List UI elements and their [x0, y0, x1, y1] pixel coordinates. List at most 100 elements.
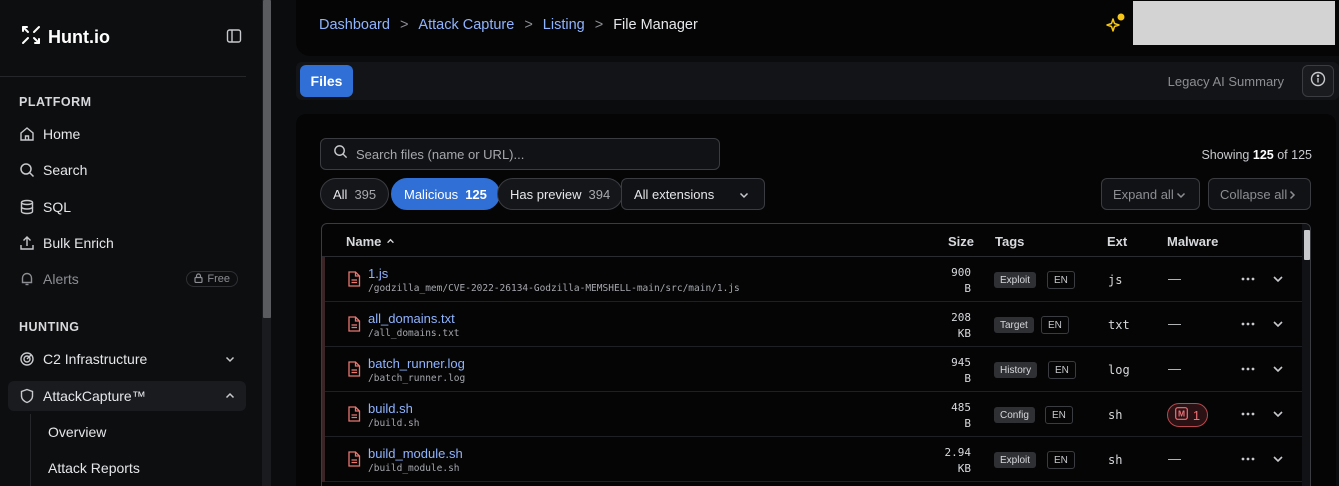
column-name[interactable]: Name	[346, 234, 396, 249]
tab-files[interactable]: Files	[300, 65, 353, 97]
file-size: 208 KB	[951, 310, 971, 342]
column-malware[interactable]: Malware	[1167, 234, 1218, 249]
sidebar-item-label: Search	[43, 162, 88, 178]
sidebar-item-alerts[interactable]: Alerts Free	[8, 264, 246, 294]
file-name-link[interactable]: build.sh	[368, 401, 413, 416]
upload-icon	[19, 235, 35, 251]
malware-icon: M	[1174, 407, 1188, 423]
info-button[interactable]	[1302, 65, 1334, 97]
showing-count: Showing 125 of 125	[1201, 148, 1312, 162]
expand-row-chevron-icon[interactable]	[1271, 316, 1285, 337]
avatar[interactable]	[1133, 1, 1335, 45]
table-row[interactable]: build.sh/build.sh 485 B Config EN sh M 1	[322, 392, 1302, 437]
row-accent	[322, 257, 325, 302]
file-name-link[interactable]: batch_runner.log	[368, 356, 465, 371]
top-header: Dashboard > Attack Capture > Listing > F…	[296, 0, 1339, 56]
malware-none: —	[1168, 271, 1181, 286]
sidebar-scrollbar-thumb[interactable]	[263, 0, 271, 318]
sidebar-toggle-icon[interactable]	[226, 28, 242, 44]
more-options-icon[interactable]	[1241, 316, 1255, 337]
row-accent	[322, 347, 325, 392]
filter-count: 395	[354, 186, 377, 202]
table-row[interactable]: 1.js/godzilla_mem/CVE-2022-26134-Godzill…	[322, 257, 1302, 302]
table-row[interactable]: batch_runner.log/batch_runner.log 945 B His…	[322, 347, 1302, 392]
files-table: Name Size Tags Ext Malware 1.js/godzilla…	[321, 223, 1311, 486]
file-extension: txt	[1108, 318, 1130, 332]
chevron-right-icon	[1286, 189, 1298, 204]
sidebar-item-sql[interactable]: SQL	[8, 192, 246, 222]
file-extension: js	[1108, 273, 1123, 287]
file-icon	[347, 271, 361, 292]
breadcrumb-dashboard[interactable]: Dashboard	[319, 17, 390, 33]
filter-malicious[interactable]: Malicious 125	[391, 178, 500, 210]
sidebar-item-attackcapture[interactable]: AttackCapture™	[8, 381, 246, 411]
sparkle-ai-icon[interactable]	[1104, 12, 1128, 36]
row-accent	[322, 302, 325, 347]
sidebar: Hunt.io PLATFORM Home Search SQL Bulk En…	[0, 0, 262, 486]
more-options-icon[interactable]	[1241, 361, 1255, 382]
search-box[interactable]	[320, 138, 720, 170]
app-root: Hunt.io PLATFORM Home Search SQL Bulk En…	[0, 0, 1339, 486]
sidebar-subitem-overview[interactable]: Overview	[48, 424, 106, 440]
file-extension: log	[1108, 363, 1130, 377]
column-size[interactable]: Size	[948, 234, 974, 249]
more-options-icon[interactable]	[1241, 451, 1255, 472]
row-accent	[322, 437, 325, 482]
expand-row-chevron-icon[interactable]	[1271, 361, 1285, 382]
breadcrumb-listing[interactable]: Listing	[543, 17, 585, 33]
file-extension: sh	[1108, 408, 1123, 422]
file-name-link[interactable]: build_module.sh	[368, 446, 463, 461]
table-scrollbar[interactable]	[1302, 224, 1310, 486]
expand-row-chevron-icon[interactable]	[1271, 451, 1285, 472]
malware-none: —	[1168, 451, 1181, 466]
table-row[interactable]: build_module.sh/build_module.sh 2.94 KB Exp…	[322, 437, 1302, 482]
language-badge: EN	[1048, 361, 1076, 379]
extensions-select[interactable]: All extensions	[621, 178, 765, 210]
file-size-value: 2.94	[944, 446, 972, 459]
malware-none: —	[1168, 361, 1181, 376]
breadcrumb-attack-capture[interactable]: Attack Capture	[418, 17, 514, 33]
file-path: /batch_runner.log	[368, 373, 466, 384]
filter-has-preview[interactable]: Has preview 394	[497, 178, 624, 210]
database-icon	[19, 199, 35, 215]
file-name-link[interactable]: 1.js	[368, 266, 388, 281]
file-size-unit: KB	[957, 327, 971, 340]
free-badge-label: Free	[207, 273, 230, 285]
more-options-icon[interactable]	[1241, 406, 1255, 427]
table-row[interactable]: all_domains.txt/all_domains.txt 208 KB Targ…	[322, 302, 1302, 347]
malware-badge[interactable]: M1	[1167, 403, 1208, 427]
language-badge: EN	[1047, 451, 1075, 469]
file-name-link[interactable]: all_domains.txt	[368, 311, 455, 326]
tag-badge: Exploit	[994, 272, 1037, 288]
column-tags[interactable]: Tags	[995, 234, 1024, 249]
column-ext[interactable]: Ext	[1107, 234, 1127, 249]
sidebar-item-bulk-enrich[interactable]: Bulk Enrich	[8, 228, 246, 258]
malware-none: —	[1168, 316, 1181, 331]
expand-all-button[interactable]: Expand all	[1101, 178, 1200, 210]
language-badge: EN	[1041, 316, 1069, 334]
sidebar-item-c2-infrastructure[interactable]: C2 Infrastructure	[8, 344, 246, 374]
files-toolbar: Files Legacy AI Summary	[296, 62, 1339, 100]
submenu-line	[30, 414, 31, 486]
chevron-down-icon	[738, 189, 750, 204]
row-accent	[322, 392, 325, 437]
more-options-icon[interactable]	[1241, 271, 1255, 292]
sidebar-item-search[interactable]: Search	[8, 155, 246, 185]
file-path: /all_domains.txt	[368, 328, 460, 339]
search-icon	[19, 162, 35, 178]
showing-count-value: 125	[1252, 148, 1274, 162]
table-scrollbar-thumb[interactable]	[1304, 230, 1310, 260]
sidebar-item-home[interactable]: Home	[8, 119, 246, 149]
sidebar-subitem-attack-reports[interactable]: Attack Reports	[48, 460, 140, 476]
collapse-all-button[interactable]: Collapse all	[1208, 178, 1311, 210]
breadcrumb-separator: >	[399, 17, 409, 33]
legacy-ai-summary-link[interactable]: Legacy AI Summary	[1168, 74, 1284, 89]
file-size-unit: B	[964, 372, 971, 385]
expand-row-chevron-icon[interactable]	[1271, 271, 1285, 292]
search-input[interactable]	[356, 146, 696, 162]
filter-all[interactable]: All 395	[320, 178, 390, 210]
file-size: 485 B	[951, 400, 971, 432]
brand[interactable]: Hunt.io	[20, 24, 110, 51]
file-size-unit: KB	[957, 462, 971, 475]
expand-row-chevron-icon[interactable]	[1271, 406, 1285, 427]
